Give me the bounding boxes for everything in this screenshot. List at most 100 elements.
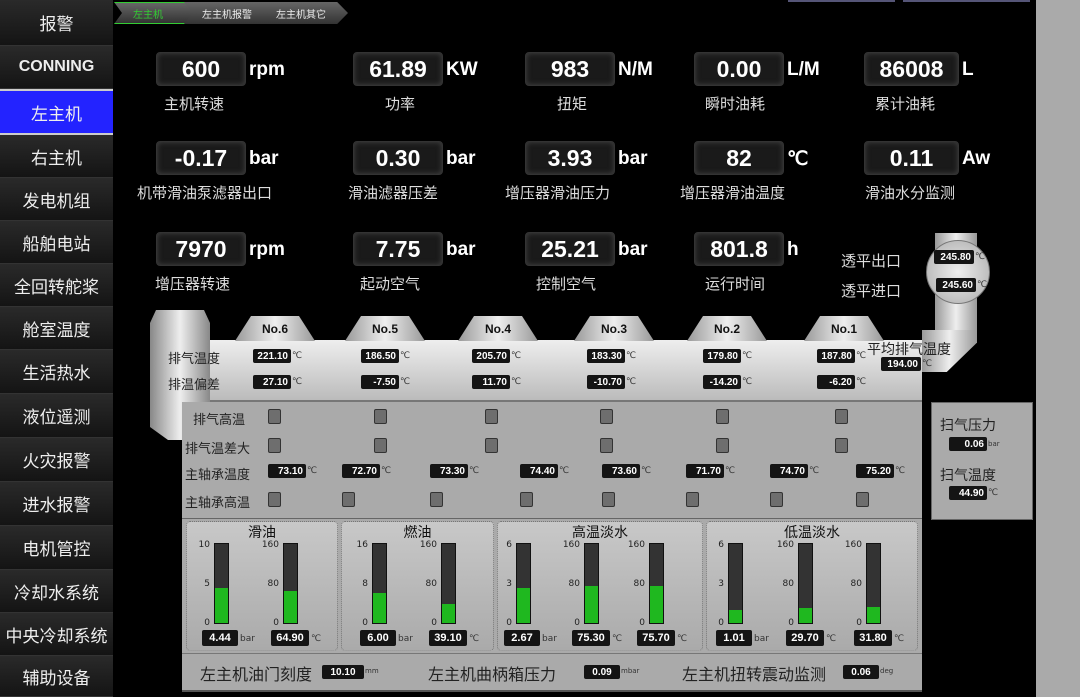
gauge-bar-fill bbox=[799, 608, 812, 623]
sidebar-item-7[interactable]: 舱室温度 bbox=[0, 307, 113, 350]
gauge-bar bbox=[283, 543, 298, 624]
readout-label: 滑油水分监测 bbox=[865, 184, 956, 202]
sidebar-item-5[interactable]: 船舶电站 bbox=[0, 221, 113, 264]
gauge-tick-mid: 80 bbox=[267, 579, 279, 589]
bottom-label: 左主机曲柄箱压力 bbox=[428, 665, 557, 684]
exhaust-diff-alarm-indicator bbox=[268, 438, 281, 453]
bearing-temp-unit: ℃ bbox=[307, 466, 318, 476]
sidebar-item-12[interactable]: 电机管控 bbox=[0, 526, 113, 570]
top-tab-1[interactable] bbox=[788, 0, 895, 2]
gauge-bar bbox=[441, 543, 456, 624]
deviation-value: 27.10 bbox=[253, 375, 291, 389]
readout-label: 增压器转速 bbox=[155, 275, 231, 293]
sidebar-item-10[interactable]: 火灾报警 bbox=[0, 438, 113, 482]
gauge-value: 39.10 bbox=[429, 630, 467, 646]
readout-unit: rpm bbox=[249, 239, 285, 260]
gauge-tick-min: 0 bbox=[273, 618, 279, 628]
exhaust-diff-alarm-indicator bbox=[600, 438, 613, 453]
readout-value: 0.11 bbox=[864, 141, 959, 175]
sidebar-item-0[interactable]: 报警 bbox=[0, 0, 113, 46]
readout-unit: h bbox=[787, 239, 799, 260]
exhaust-temp-unit: ℃ bbox=[742, 351, 753, 361]
breadcrumb-item-0[interactable]: 左主机 bbox=[114, 2, 194, 24]
gauge-unit: ℃ bbox=[311, 634, 322, 644]
sidebar-item-2[interactable]: 左主机 bbox=[0, 89, 113, 135]
readout-value: 82 bbox=[694, 141, 784, 175]
sidebar-item-3[interactable]: 右主机 bbox=[0, 135, 113, 178]
gauge-tick-min: 0 bbox=[639, 618, 645, 628]
readout-label: 主机转速 bbox=[164, 95, 225, 113]
gauge-tick-min: 0 bbox=[431, 618, 437, 628]
readout-value: -0.17 bbox=[156, 141, 246, 175]
sidebar-item-6[interactable]: 全回转舵桨 bbox=[0, 264, 113, 307]
breadcrumb-item-1[interactable]: 左主机报警 bbox=[184, 2, 270, 24]
sidebar-item-13[interactable]: 冷却水系统 bbox=[0, 570, 113, 613]
sidebar-item-4[interactable]: 发电机组 bbox=[0, 178, 113, 221]
exhaust-temp-value: 179.80 bbox=[703, 349, 741, 363]
turbo-inlet-unit: ℃ bbox=[977, 280, 988, 290]
gauge-bar-fill bbox=[585, 585, 598, 623]
gauge-bar bbox=[866, 543, 881, 624]
exhaust-temp-unit: ℃ bbox=[626, 351, 637, 361]
bearing-temp-unit: ℃ bbox=[725, 466, 736, 476]
deviation-value: -14.20 bbox=[703, 375, 741, 389]
gauge-title: 滑油 bbox=[248, 525, 276, 541]
gauge-title: 高温淡水 bbox=[572, 525, 628, 541]
gauge-title: 低温淡水 bbox=[784, 525, 840, 541]
gauge-title: 燃油 bbox=[403, 525, 432, 541]
gauge-tick-mid: 80 bbox=[425, 579, 437, 589]
gauge-value: 75.70 bbox=[637, 630, 675, 646]
gauge-bar bbox=[728, 543, 743, 624]
exhaust-high-alarm-indicator bbox=[835, 409, 848, 424]
readout-value: 0.30 bbox=[353, 141, 443, 175]
sidebar-item-8[interactable]: 生活热水 bbox=[0, 350, 113, 394]
gauge-tick-max: 160 bbox=[844, 540, 862, 550]
right-gray-strip bbox=[1036, 0, 1080, 697]
gauge-value: 31.80 bbox=[854, 630, 892, 646]
sidebar-item-9[interactable]: 液位遥测 bbox=[0, 394, 113, 438]
deviation-value: 11.70 bbox=[472, 375, 510, 389]
exhaust-diff-alarm-indicator bbox=[374, 438, 387, 453]
sidebar-item-11[interactable]: 进水报警 bbox=[0, 482, 113, 526]
deviation-unit: ℃ bbox=[400, 377, 411, 387]
readout-unit: bar bbox=[618, 148, 648, 169]
bearing-alarm-indicator bbox=[770, 492, 783, 507]
gauge-unit: ℃ bbox=[826, 634, 837, 644]
gauge-bar bbox=[584, 543, 599, 624]
readout-label: 滑油滤器压差 bbox=[348, 184, 439, 202]
bearing-alarm-indicator bbox=[268, 492, 281, 507]
gauge-tick-min: 0 bbox=[574, 618, 580, 628]
gauge-bar-fill bbox=[650, 585, 663, 623]
exhaust-temp-value: 205.70 bbox=[472, 349, 510, 363]
exhaust-diff-label: 排气温差大 bbox=[185, 442, 251, 457]
gauge-bar-fill bbox=[517, 587, 530, 623]
gauge-value: 29.70 bbox=[786, 630, 824, 646]
deviation-unit: ℃ bbox=[742, 377, 753, 387]
bearing-temp-value: 74.40 bbox=[520, 464, 558, 478]
bottom-unit: mbar bbox=[621, 667, 640, 675]
exhaust-diff-alarm-indicator bbox=[485, 438, 498, 453]
exhaust-temp-value: 186.50 bbox=[361, 349, 399, 363]
gauge-tick-max: 6 bbox=[506, 540, 512, 550]
exhaust-temp-unit: ℃ bbox=[856, 351, 867, 361]
exhaust-temp-unit: ℃ bbox=[400, 351, 411, 361]
gauge-tick-max: 16 bbox=[356, 540, 368, 550]
bearing-alarm-indicator bbox=[856, 492, 869, 507]
readout-unit: N/M bbox=[618, 59, 653, 80]
sidebar-item-1[interactable]: CONNING bbox=[0, 46, 113, 89]
cylinder-No.5: No.5 bbox=[345, 316, 425, 341]
readout-value: 25.21 bbox=[525, 232, 615, 266]
scavenge-temp-value: 44.90 bbox=[949, 486, 987, 500]
gauge-bar-fill bbox=[867, 607, 880, 623]
sidebar-item-15[interactable]: 辅助设备 bbox=[0, 656, 113, 697]
deviation-label: 排温偏差 bbox=[168, 378, 221, 393]
sidebar-item-14[interactable]: 中央冷却系统 bbox=[0, 613, 113, 656]
top-tab-2[interactable] bbox=[903, 0, 1030, 2]
sidebar: 报警 CONNING 左主机 右主机 发电机组 船舶电站 全回转舵桨 舱室温度 生活热水 液位遥测… bbox=[0, 0, 113, 697]
breadcrumb-item-2[interactable]: 左主机其它 bbox=[258, 2, 348, 24]
bearing-temp-value: 73.30 bbox=[430, 464, 468, 478]
turbo-inlet-label: 透平进口 bbox=[841, 282, 902, 300]
readout-unit: ℃ bbox=[787, 149, 809, 170]
bearing-temp-unit: ℃ bbox=[381, 466, 392, 476]
readout-value: 3.93 bbox=[525, 141, 615, 175]
